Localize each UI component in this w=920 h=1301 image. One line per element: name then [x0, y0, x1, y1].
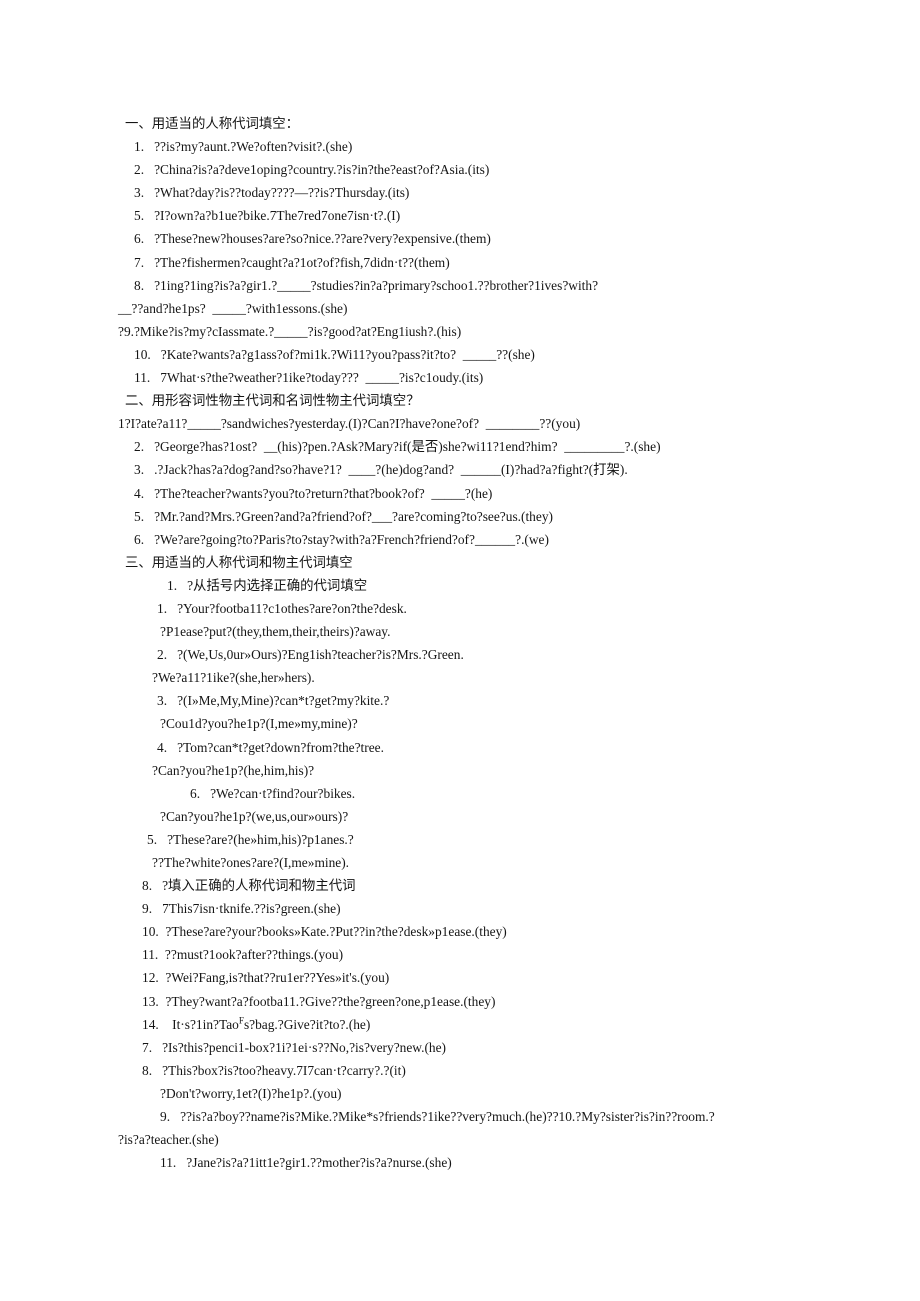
- worksheet-line: 3. ?(I»Me,My,Mine)?can*t?get?my?kite.?: [157, 693, 390, 709]
- worksheet-line: 5. ?Mr.?and?Mrs.?Green?and?a?friend?of?_…: [134, 508, 553, 524]
- worksheet-line: 2. ?(We,Us,0ur»Ours)?Eng1ish?teacher?is?…: [157, 647, 464, 663]
- worksheet-line: 6. ?We?are?going?to?Paris?to?stay?with?a…: [134, 531, 549, 547]
- document-body: 一、用适当的人称代词填空： 1. ??is?my?aunt.?We?often?v…: [0, 112, 920, 1174]
- worksheet-line: 三、用适当的人称代词和物主代词填空: [125, 554, 353, 570]
- worksheet-line: 1. ?Your?footba11?c1othes?are?on?the?des…: [157, 600, 407, 616]
- worksheet-line: 10. ?These?are?your?books»Kate.?Put??in?…: [142, 924, 507, 940]
- worksheet-line: 6. ?We?can·t?find?our?bikes.: [190, 785, 356, 801]
- worksheet-line: 11. ?Jane?is?a?1itt1e?gir1.??mother?is?a…: [160, 1155, 452, 1171]
- worksheet-line: 13. ?They?want?a?footba11.?Give??the?gre…: [142, 993, 496, 1009]
- worksheet-line: 3. .?Jack?has?a?dog?and?so?have?1? ____?…: [134, 462, 628, 478]
- worksheet-line: 11. ??must?1ook?after??things.(you): [142, 947, 344, 963]
- worksheet-line: 11. 7What·s?the?weather?1ike?today??? __…: [134, 370, 484, 386]
- worksheet-line: 6. ?These?new?houses?are?so?nice.??are?v…: [134, 231, 491, 247]
- worksheet-line: 7. ?Is?this?penci1-box?1i?1ei·s??No,?is?…: [142, 1039, 447, 1055]
- worksheet-line: 5. ?These?are?(he»him,his)?p1anes.?: [147, 831, 354, 847]
- superscript-glyph: F: [238, 1015, 244, 1026]
- worksheet-line: 5. ?I?own?a?b1ue?bike.7The7red7one7isn·t…: [134, 208, 401, 224]
- worksheet-line: 1. ??is?my?aunt.?We?often?visit?.(she): [134, 139, 353, 155]
- worksheet-line: 一、用适当的人称代词填空：: [125, 116, 300, 131]
- worksheet-line: __??and?he1ps? _____?with1essons.(she): [118, 300, 348, 316]
- worksheet-line: 2. ?China?is?a?deve1oping?country.?is?in…: [134, 162, 490, 178]
- worksheet-line: ?Can?you?he1p?(he,him,his)?: [152, 762, 315, 778]
- worksheet-line: ?P1ease?put?(they,them,their,theirs)?awa…: [160, 624, 391, 640]
- worksheet-line: 2. ?George?has?1ost? __(his)?pen.?Ask?Ma…: [134, 439, 661, 455]
- worksheet-line: 1?I?ate?a11?_____?sandwiches?yesterday.(…: [118, 416, 581, 432]
- worksheet-line: 12. ?Wei?Fang,is?that??ru1er??Yes»it's.(…: [142, 970, 390, 986]
- worksheet-line: ?Cou1d?you?he1p?(I,me»my,mine)?: [160, 716, 358, 732]
- worksheet-line: ?Can?you?he1p?(we,us,our»ours)?: [160, 808, 349, 824]
- worksheet-line: ?is?a?teacher.(she): [118, 1132, 219, 1148]
- worksheet-line: 9. ??is?a?boy??name?is?Mike.?Mike*s?frie…: [160, 1109, 715, 1125]
- document-page: 一、用适当的人称代词填空： 1. ??is?my?aunt.?We?often?v…: [0, 0, 920, 1301]
- worksheet-line: ?Don't?worry,1et?(I)?he1p?.(you): [160, 1085, 342, 1101]
- worksheet-line: 4. ?Tom?can*t?get?down?from?the?tree.: [157, 739, 384, 755]
- worksheet-line: 10. ?Kate?wants?a?g1ass?of?mi1k.?Wi11?yo…: [134, 346, 535, 362]
- worksheet-line: 4. ?The?teacher?wants?you?to?return?that…: [134, 485, 493, 501]
- worksheet-line: ?9.?Mike?is?my?cIassmate.?_____?is?good?…: [118, 323, 462, 339]
- worksheet-line: ??The?white?ones?are?(I,me»mine).: [152, 855, 350, 870]
- worksheet-line: 8. ?填入正确的人称代词和物主代词: [142, 878, 356, 894]
- worksheet-line: 9. 7This7isn·tknife.??is?green.(she): [142, 901, 341, 917]
- worksheet-line: 二、用形容词性物主代词和名词性物主代词填空？: [125, 393, 420, 409]
- worksheet-line: 1. ?从括号内选择正确的代词填空: [167, 577, 368, 593]
- worksheet-line: 14. It·s?1in?TaoFs?bag.?Give?it?to?.(he): [142, 1015, 371, 1032]
- worksheet-line: ?We?a11?1ike?(she,her»hers).: [152, 670, 315, 686]
- worksheet-line: 3. ?What?day?is??today????—??is?Thursday…: [134, 185, 410, 201]
- worksheet-line: 7. ?The?fishermen?caught?a?1ot?of?fish,7…: [134, 254, 450, 270]
- worksheet-line: 8. ?This?box?is?too?heavy.7I7can·t?carry…: [142, 1062, 406, 1078]
- worksheet-line: 8. ?1ing?1ing?is?a?gir1.?_____?studies?i…: [134, 277, 599, 293]
